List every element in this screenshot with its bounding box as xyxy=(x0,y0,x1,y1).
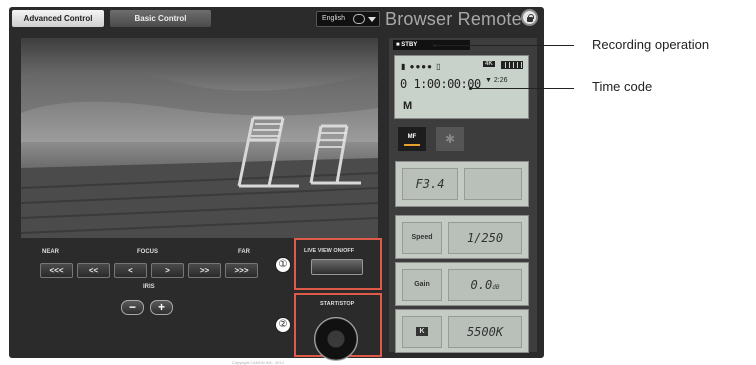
tab-basic-control[interactable]: Basic Control xyxy=(110,10,211,27)
start-stop-button[interactable] xyxy=(314,317,358,361)
callout-line-recording xyxy=(434,45,574,46)
mf-button[interactable]: MF xyxy=(398,127,426,151)
speed-value[interactable]: 1/250 xyxy=(448,222,522,254)
focus-far-medium-button[interactable]: >> xyxy=(188,263,221,278)
speech-bubble-icon xyxy=(353,14,365,24)
focus-label: FOCUS xyxy=(137,249,158,255)
aperture-blank xyxy=(464,168,522,200)
focus-near-slow-button[interactable]: < xyxy=(114,263,147,278)
start-stop-label: START/STOP xyxy=(320,301,355,307)
marker-2: ② xyxy=(275,317,291,333)
iris-plus-button[interactable]: + xyxy=(150,300,173,315)
gain-block: Gain 0.0dB xyxy=(395,262,529,306)
shooting-mode: M xyxy=(403,100,413,112)
wb-k-icon: K xyxy=(416,327,428,336)
format-badge: 4K xyxy=(483,61,495,67)
gain-number: 0.0 xyxy=(470,278,493,292)
marker-1: ① xyxy=(275,257,291,273)
near-label: NEAR xyxy=(42,249,60,255)
callout-time-code: Time code xyxy=(592,79,653,94)
live-view-image xyxy=(21,38,378,238)
callout-recording-operation: Recording operation xyxy=(592,37,710,52)
speed-block: Speed 1/250 xyxy=(395,215,529,259)
live-view-toggle-button[interactable] xyxy=(311,259,363,275)
language-select[interactable]: English xyxy=(316,11,380,27)
live-view-panel: LIVE VIEW ON/OFF xyxy=(294,238,382,290)
wb-block: K 5500K xyxy=(395,309,529,353)
far-label: FAR xyxy=(238,249,250,255)
live-view-label: LIVE VIEW ON/OFF xyxy=(304,248,355,254)
callout-line-timecode xyxy=(470,88,574,89)
app-title: Browser Remote xyxy=(385,9,522,29)
iris-label: IRIS xyxy=(143,284,155,290)
lcd-display: ▮ ●●●● ▯ 4K 0 1:00:00:00 ▼ 2:26 M xyxy=(394,55,529,119)
gain-unit: dB xyxy=(492,284,500,291)
focus-far-fast-button[interactable]: >>> xyxy=(225,263,258,278)
language-label: English xyxy=(322,15,345,22)
iris-minus-button[interactable]: − xyxy=(121,300,144,315)
rec-dots: ●●●● xyxy=(409,62,433,71)
gain-label: Gain xyxy=(402,269,442,301)
battery-icon xyxy=(501,61,523,69)
tab-advanced-control[interactable]: Advanced Control xyxy=(12,10,104,27)
start-stop-panel: START/STOP xyxy=(294,293,382,361)
focus-far-slow-button[interactable]: > xyxy=(151,263,184,278)
aperture-block: F3.4 xyxy=(395,161,529,207)
wb-icon-cell: K xyxy=(402,316,442,348)
rec-indicator: ▮ ●●●● ▯ xyxy=(401,62,442,71)
focus-near-medium-button[interactable]: << xyxy=(77,263,110,278)
gain-value[interactable]: 0.0dB xyxy=(448,269,522,301)
wb-value[interactable]: 5500K xyxy=(448,316,522,348)
aperture-value[interactable]: F3.4 xyxy=(402,168,458,200)
chevron-down-icon xyxy=(368,17,376,22)
focus-near-fast-button[interactable]: <<< xyxy=(40,263,73,278)
lcd-sub-readout: ▼ 2:26 xyxy=(485,77,508,84)
lock-icon[interactable] xyxy=(521,9,538,26)
asterisk-icon[interactable]: ✱ xyxy=(436,127,464,151)
copyright: Copyright CANON INC. 2014 xyxy=(232,360,284,365)
speed-label: Speed xyxy=(402,222,442,254)
recording-status-text: STBY xyxy=(401,42,418,48)
